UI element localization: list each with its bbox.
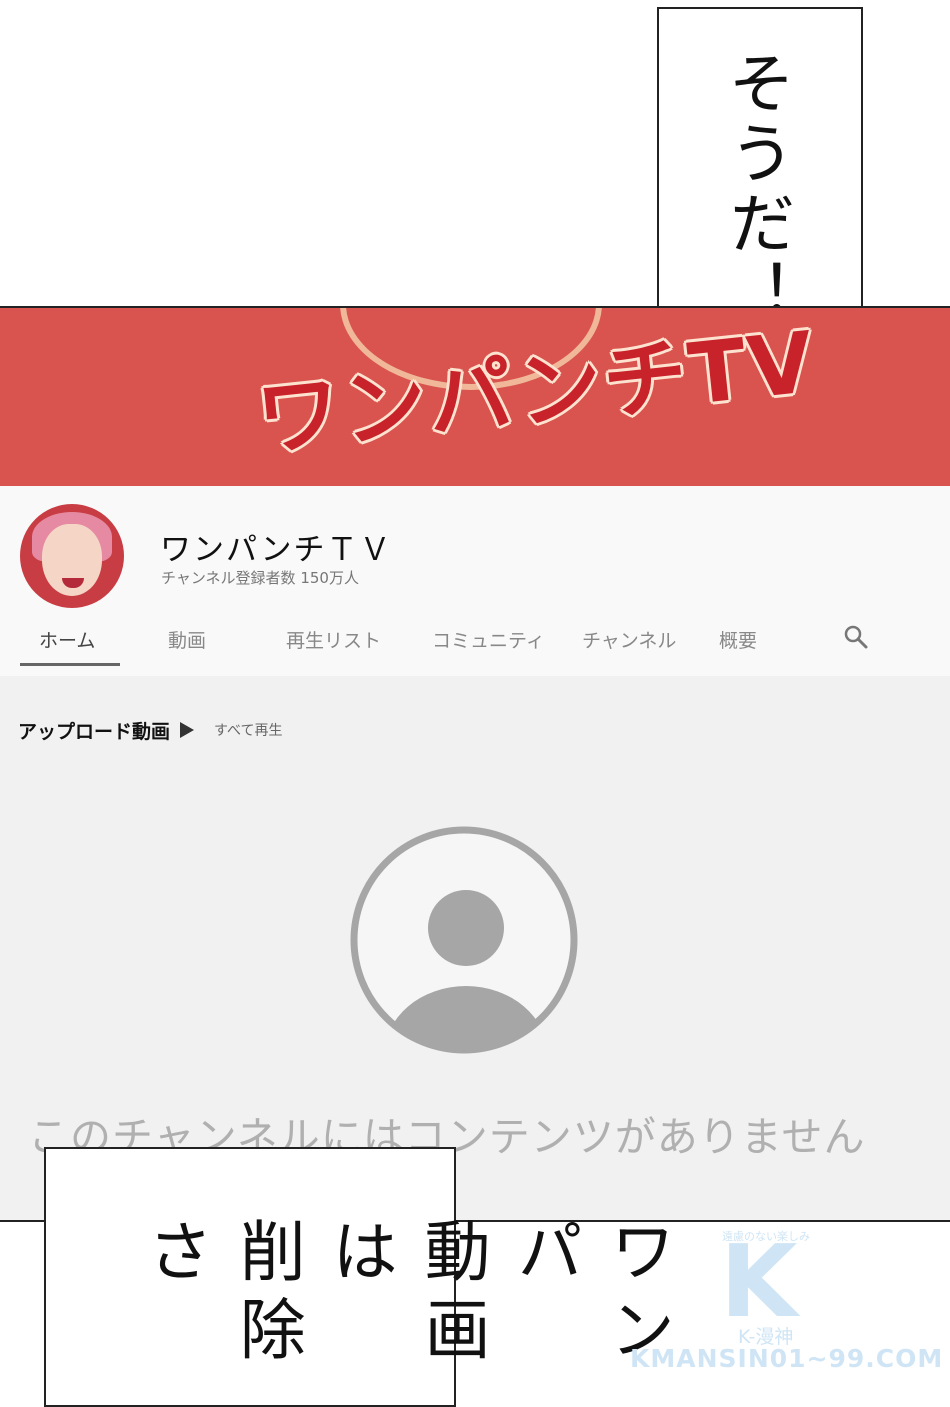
channel-header: ワンパンチＴＶ チャンネル登録者数 150万人 ホーム 動画 再生リスト コミュ… — [0, 486, 950, 676]
channel-avatar[interactable] — [20, 504, 124, 608]
tab-community[interactable]: コミュニティ — [432, 626, 545, 653]
tab-home[interactable]: ホーム — [39, 626, 95, 653]
uploads-section-header: アップロード動画 すべて再生 — [18, 716, 282, 744]
play-all-link[interactable]: すべて再生 — [214, 720, 282, 740]
tab-channels[interactable]: チャンネル — [582, 626, 676, 653]
section-title[interactable]: アップロード動画 — [18, 717, 170, 744]
watermark-logo: K — [720, 1223, 798, 1340]
channel-tabs: ホーム 動画 再生リスト コミュニティ チャンネル 概要 — [0, 606, 950, 672]
search-icon[interactable] — [843, 624, 869, 650]
speech-line-2: 動画は — [321, 1217, 491, 1373]
speech-line-3: 削除さ — [136, 1217, 306, 1373]
tab-videos[interactable]: 動画 — [168, 626, 206, 653]
watermark-url: KMANSIN01~99.COM — [630, 1344, 944, 1373]
speech-text-bottom: ワンパ 動画は 削除さ — [128, 1217, 682, 1405]
play-icon[interactable] — [180, 722, 195, 738]
tab-about[interactable]: 概要 — [719, 626, 757, 653]
banner-logo: ワンパンチTV — [252, 312, 820, 469]
channel-name: ワンパンチＴＶ — [160, 532, 393, 568]
tab-playlists[interactable]: 再生リスト — [286, 626, 381, 653]
default-avatar-icon — [350, 826, 578, 1054]
speech-text-top: そうだ！ — [718, 49, 795, 329]
active-tab-indicator — [20, 663, 120, 666]
channel-page-panel: ワンパンチTV ワンパンチＴＶ チャンネル登録者数 150万人 ホーム 動画 再… — [0, 306, 950, 1222]
channel-banner: ワンパンチTV — [0, 308, 950, 486]
speech-bubble-bottom: ワンパ 動画は 削除さ — [44, 1147, 675, 1407]
subscriber-count: チャンネル登録者数 150万人 — [161, 569, 359, 587]
